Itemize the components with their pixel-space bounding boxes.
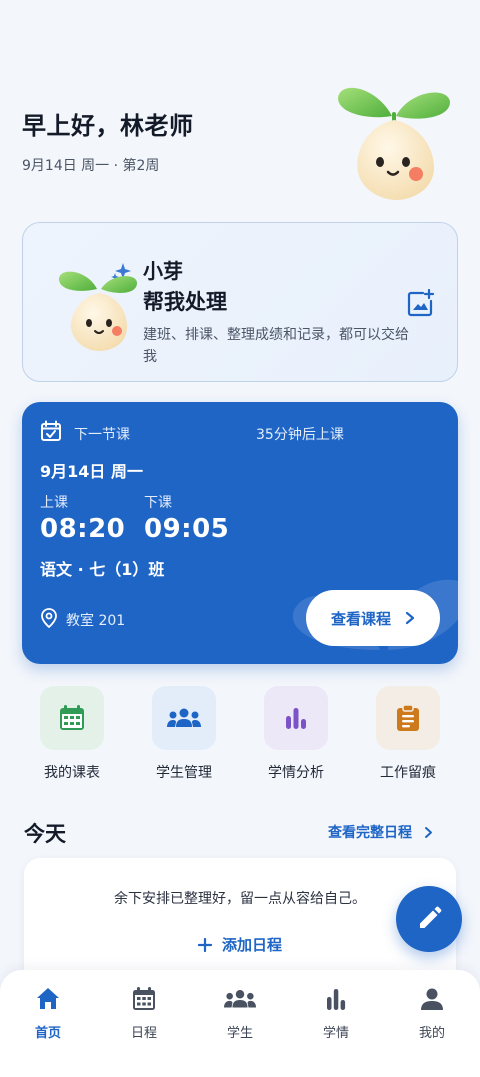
- sprout-mascot-icon: [59, 263, 137, 351]
- header: 早上好，林老师 9月14日 周一 · 第2周: [22, 106, 194, 175]
- quick-action-students[interactable]: 学生管理: [136, 686, 232, 782]
- nav-students[interactable]: 学生: [192, 986, 288, 1041]
- greeting-text: 早上好，林老师: [22, 112, 194, 140]
- calendar-grid-icon: [60, 705, 84, 730]
- add-schedule-button[interactable]: 添加日程: [198, 934, 282, 955]
- home-icon: [37, 988, 59, 1009]
- nav-label: 我的: [418, 1026, 445, 1041]
- end-label: 下课: [144, 495, 172, 511]
- sprout-mascot-icon: [338, 87, 450, 200]
- analysis-tile: [264, 686, 328, 750]
- assistant-text: 小芽 帮我处理 建班、排课、整理成绩和记录，都可以交给我: [143, 255, 413, 368]
- location-pin-icon: [41, 608, 57, 628]
- quick-action-label: 学生管理: [156, 765, 212, 781]
- assistant-name: 小芽: [143, 259, 183, 283]
- end-time: 09:05: [144, 514, 230, 544]
- clipboard-icon: [397, 704, 419, 731]
- start-time: 08:20: [40, 514, 126, 544]
- assistant-card[interactable]: 小芽 帮我处理 建班、排课、整理成绩和记录，都可以交给我: [22, 222, 458, 382]
- chevron-right-icon: [405, 611, 415, 625]
- room-text: 教室 201: [66, 613, 126, 629]
- nav-label: 学生: [226, 1026, 253, 1041]
- group-icon: [167, 708, 201, 727]
- pencil-icon: [420, 906, 442, 928]
- quick-action-worklog[interactable]: 工作留痕: [360, 686, 456, 782]
- nav-schedule[interactable]: 日程: [96, 986, 192, 1041]
- nav-home[interactable]: 首页: [0, 986, 96, 1041]
- class-date: 9月14日 周一: [40, 462, 143, 481]
- assistant-description: 建班、排课、整理成绩和记录，都可以交给我: [143, 327, 409, 365]
- full-schedule-link[interactable]: 查看完整日程: [328, 822, 433, 842]
- today-message: 余下安排已整理好，留一点从容给自己。: [114, 891, 366, 907]
- countdown-text: 35分钟后上课: [256, 427, 344, 443]
- quick-action-analysis[interactable]: 学情分析: [248, 686, 344, 782]
- date-line: 9月14日 周一 · 第2周: [22, 158, 160, 174]
- quick-actions: 我的课表 学生管理 学情分析 工作留痕: [0, 686, 480, 786]
- next-class-card[interactable]: 下一节课 35分钟后上课 9月14日 周一 上课 08:20 下课 09:05 …: [22, 402, 458, 664]
- nav-label: 日程: [130, 1026, 157, 1041]
- nav-profile[interactable]: 我的: [384, 986, 480, 1041]
- nav-label: 首页: [34, 1026, 61, 1041]
- full-schedule-label: 查看完整日程: [328, 825, 412, 841]
- calendar-icon: [133, 987, 155, 1010]
- bottom-nav: 首页 日程 学生 学情 我的: [0, 970, 480, 1077]
- today-title: 今天: [24, 822, 66, 846]
- quick-action-label: 我的课表: [44, 765, 100, 781]
- calendar-check-icon: [41, 420, 61, 441]
- image-add-icon[interactable]: [407, 289, 435, 317]
- group-icon: [224, 990, 256, 1008]
- end-time-block: 下课 09:05: [144, 492, 229, 544]
- chevron-right-icon: [425, 826, 432, 838]
- bar-chart-icon: [327, 989, 346, 1010]
- nav-analysis[interactable]: 学情: [288, 986, 384, 1041]
- assistant-title: 帮我处理: [143, 290, 227, 314]
- class-name: 语文 · 七（1）班: [40, 560, 165, 579]
- view-course-label: 查看课程: [330, 609, 391, 628]
- person-icon: [421, 988, 443, 1010]
- view-course-button[interactable]: 查看课程: [306, 590, 440, 646]
- students-tile: [152, 686, 216, 750]
- plus-icon: [198, 937, 212, 952]
- schedule-tile: [40, 686, 104, 750]
- nav-label: 学情: [322, 1026, 349, 1041]
- edit-fab-button[interactable]: [396, 886, 462, 952]
- today-card: 余下安排已整理好，留一点从容给自己。 添加日程: [24, 858, 456, 988]
- quick-action-label: 工作留痕: [380, 765, 436, 781]
- start-time-block: 上课 08:20: [40, 492, 125, 544]
- add-schedule-label: 添加日程: [222, 936, 283, 954]
- bar-chart-icon: [286, 708, 306, 729]
- quick-action-label: 学情分析: [268, 765, 324, 781]
- start-label: 上课: [40, 495, 68, 511]
- worklog-tile: [376, 686, 440, 750]
- quick-action-schedule[interactable]: 我的课表: [24, 686, 120, 782]
- next-class-label: 下一节课: [74, 427, 130, 443]
